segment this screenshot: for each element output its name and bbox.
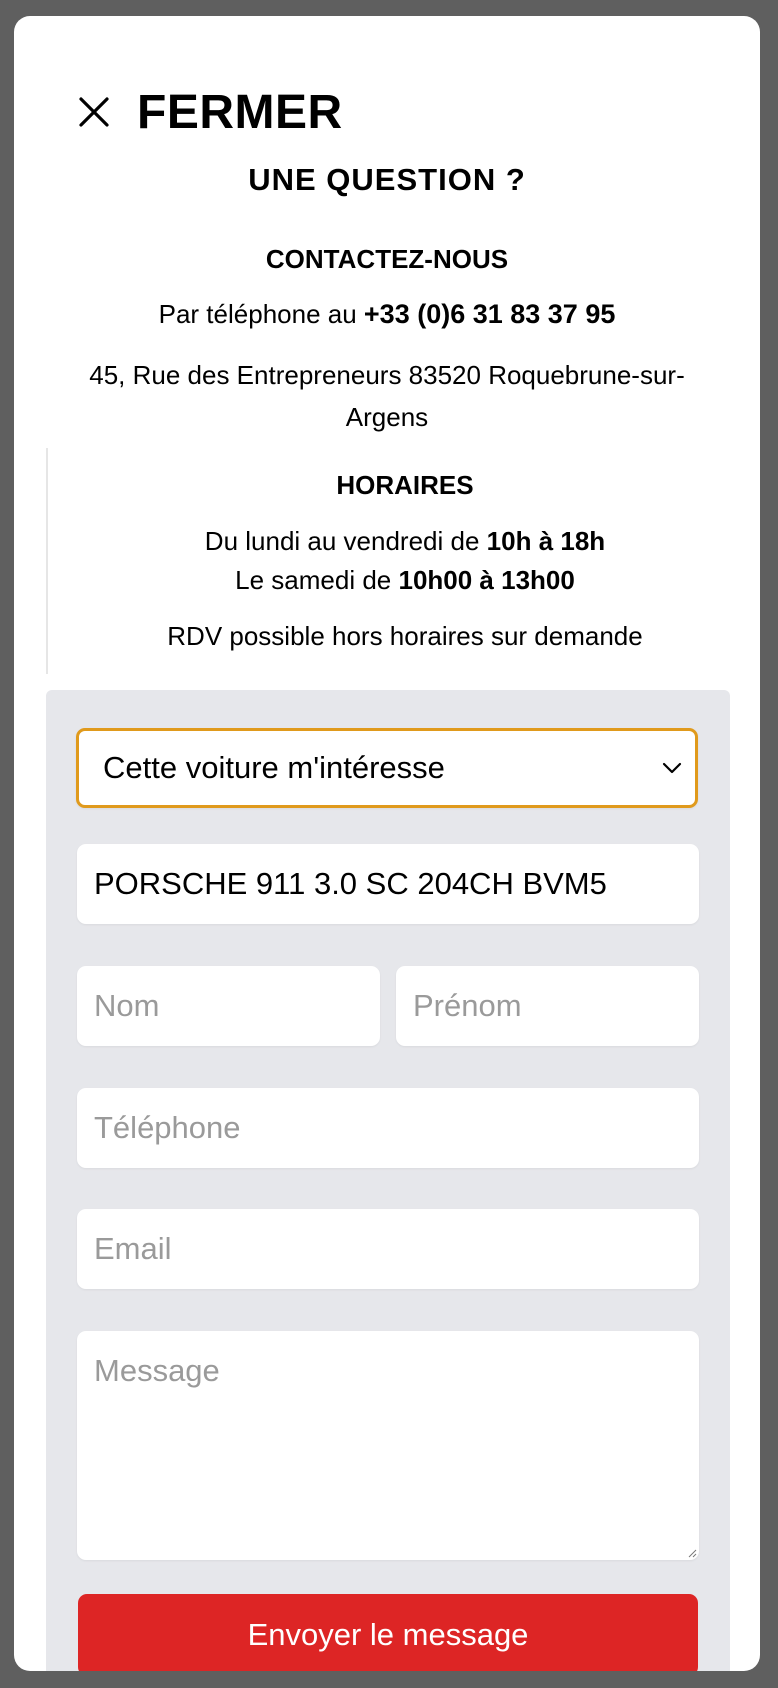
subject-selected-value: Cette voiture m'intéresse [103, 750, 445, 785]
message-placeholder: Message [94, 1353, 220, 1388]
message-field[interactable]: Message [77, 1331, 699, 1560]
first-name-placeholder: Prénom [413, 988, 522, 1023]
weekday-prefix: Du lundi au vendredi de [204, 526, 487, 556]
phone-line: Par téléphone au +33 (0)6 31 83 37 95 [14, 299, 760, 330]
contact-modal: FERMER UNE QUESTION ? CONTACTEZ-NOUS Par… [14, 16, 760, 1671]
close-icon[interactable] [69, 87, 119, 137]
weekday-hours: 10h à 18h [486, 526, 606, 556]
contact-subtitle: CONTACTEZ-NOUS [265, 244, 509, 274]
phone-placeholder: Téléphone [94, 1110, 241, 1145]
vehicle-field[interactable]: PORSCHE 911 3.0 SC 204CH BVM5 [77, 844, 699, 924]
phone-prefix: Par téléphone au [158, 299, 364, 329]
saturday-hours: 10h00 à 13h00 [398, 565, 575, 595]
last-name-placeholder: Nom [94, 988, 160, 1023]
weekday-hours-line: Du lundi au vendredi de 10h à 18h [48, 526, 760, 557]
first-name-field[interactable]: Prénom [396, 966, 699, 1046]
submit-button[interactable]: Envoyer le message [78, 1594, 698, 1671]
address: 45, Rue des Entrepreneurs 83520 Roquebru… [89, 360, 685, 432]
hours-title: HORAIRES [336, 470, 474, 500]
phone-field[interactable]: Téléphone [77, 1088, 699, 1168]
close-label[interactable]: FERMER [137, 85, 343, 140]
resize-handle-icon[interactable] [687, 1548, 697, 1558]
page-title: UNE QUESTION ? [248, 162, 526, 197]
hours-note: RDV possible hors horaires sur demande [167, 621, 643, 651]
saturday-hours-line: Le samedi de 10h00 à 13h00 [48, 565, 760, 596]
vehicle-value: PORSCHE 911 3.0 SC 204CH BVM5 [94, 866, 607, 901]
last-name-field[interactable]: Nom [77, 966, 380, 1046]
submit-label: Envoyer le message [247, 1617, 529, 1652]
email-placeholder: Email [94, 1231, 172, 1266]
subject-select[interactable]: Cette voiture m'intéresse [76, 728, 698, 808]
saturday-prefix: Le samedi de [235, 565, 399, 595]
contact-form: Cette voiture m'intéresse PORSCHE 911 3.… [46, 690, 730, 1671]
hours-block: HORAIRES Du lundi au vendredi de 10h à 1… [46, 448, 760, 674]
close-button[interactable]: FERMER [69, 80, 343, 144]
phone-number[interactable]: +33 (0)6 31 83 37 95 [364, 299, 615, 329]
chevron-down-icon [662, 762, 682, 774]
email-field[interactable]: Email [77, 1209, 699, 1289]
